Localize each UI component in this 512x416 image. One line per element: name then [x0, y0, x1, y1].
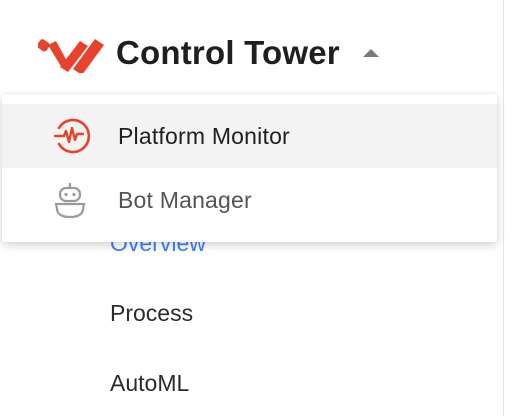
app-frame: Control Tower Overview Process AutoML Pl… — [0, 0, 512, 416]
menu-item-label: Platform Monitor — [118, 122, 290, 149]
menu-item-label: Bot Manager — [118, 186, 252, 213]
app-switcher-dropdown: Platform Monitor Bot Manager — [2, 94, 497, 242]
robot-icon — [54, 183, 86, 219]
menu-item-platform-monitor[interactable]: Platform Monitor — [2, 104, 497, 168]
platform-monitor-icon — [53, 118, 90, 154]
panel-divider — [503, 0, 504, 416]
subnav-item-automl[interactable]: AutoML — [110, 370, 189, 397]
menu-item-bot-manager[interactable]: Bot Manager — [2, 168, 497, 232]
subnav-item-process[interactable]: Process — [110, 300, 193, 327]
control-tower-logo — [38, 39, 104, 73]
